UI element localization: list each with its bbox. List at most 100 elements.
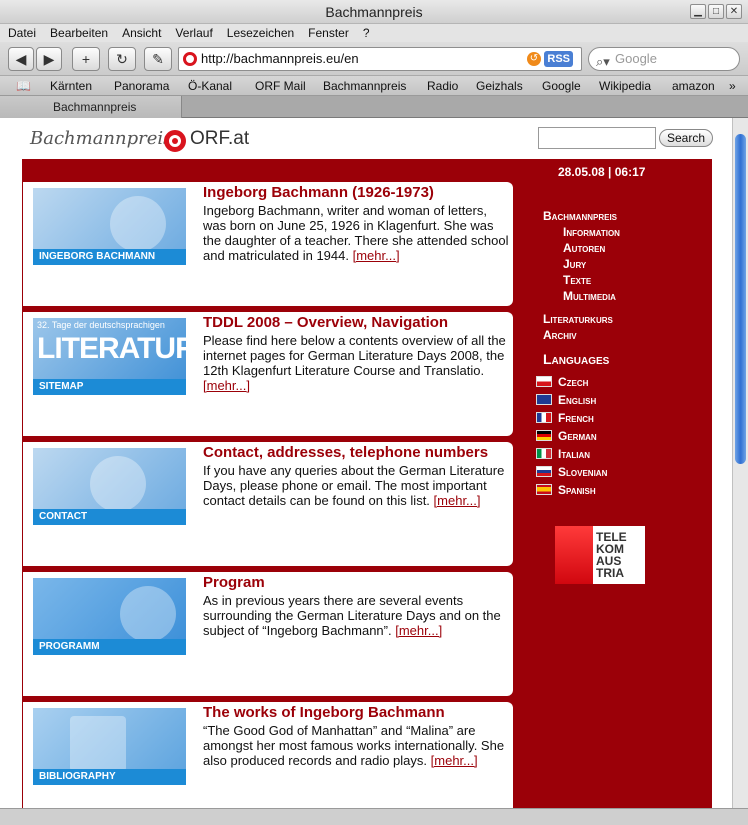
more-link[interactable]: [mehr...] xyxy=(203,378,250,393)
maximize-button[interactable]: □ xyxy=(708,4,724,19)
site-logo[interactable]: Bachmannpreis xyxy=(30,128,172,149)
menu-help[interactable]: ? xyxy=(363,24,370,42)
thumbnail-big-text: LITERATUR xyxy=(37,332,186,365)
tab-bar: Bachmannpreis xyxy=(0,96,748,118)
nav-archiv[interactable]: Archiv xyxy=(543,328,577,342)
site-search-input[interactable] xyxy=(538,127,656,149)
url-text: http://bachmannpreis.eu/en xyxy=(201,51,359,66)
lang-english[interactable]: English xyxy=(536,393,596,407)
orf-logo-icon[interactable] xyxy=(164,130,186,152)
books-image xyxy=(70,716,126,772)
nav-texte[interactable]: Texte xyxy=(563,273,591,287)
lang-label: Slovenian xyxy=(558,465,608,479)
bookmark-item[interactable]: Geizhals xyxy=(476,76,523,96)
more-link[interactable]: [mehr...] xyxy=(431,753,478,768)
menu-datei[interactable]: Datei xyxy=(8,24,36,42)
menu-verlauf[interactable]: Verlauf xyxy=(175,24,212,42)
more-link[interactable]: [mehr...] xyxy=(434,493,481,508)
nav-autoren[interactable]: Autoren xyxy=(563,241,605,255)
more-link[interactable]: [mehr...] xyxy=(353,248,400,263)
lang-label: German xyxy=(558,429,597,443)
bookmark-item[interactable]: Google xyxy=(542,76,581,96)
article-body: Please find here below a contents overvi… xyxy=(203,333,509,393)
lang-german[interactable]: German xyxy=(536,429,597,443)
article-title[interactable]: Ingeborg Bachmann (1926-1973) xyxy=(203,184,434,201)
thumbnail-caption: CONTACT xyxy=(33,509,186,525)
reload-button[interactable]: ↻ xyxy=(108,47,136,71)
contact-photo-image xyxy=(90,456,146,512)
google-search-field[interactable]: ⌕▾ Google xyxy=(588,47,740,71)
bookmark-item[interactable]: ORF Mail xyxy=(255,76,306,96)
nav-bachmannpreis[interactable]: Bachmannpreis xyxy=(543,209,617,223)
bookmark-item[interactable]: Radio xyxy=(427,76,458,96)
rss-button[interactable]: RSS xyxy=(544,51,573,67)
bookmark-item[interactable]: Wikipedia xyxy=(599,76,651,96)
article-title[interactable]: Contact, addresses, telephone numbers xyxy=(203,444,488,461)
add-bookmark-button[interactable]: + xyxy=(72,47,100,71)
date-time: 28.05.08 | 06:17 xyxy=(558,165,646,179)
lang-spanish[interactable]: Spanish xyxy=(536,483,596,497)
article-thumbnail[interactable]: 32. Tage der deutschsprachigen LITERATUR… xyxy=(33,318,186,395)
article-body: Ingeborg Bachmann, writer and woman of l… xyxy=(203,203,509,263)
more-link[interactable]: [mehr...] xyxy=(395,623,442,638)
lang-french[interactable]: French xyxy=(536,411,594,425)
menu-lesezeichen[interactable]: Lesezeichen xyxy=(227,24,294,42)
article-title[interactable]: Program xyxy=(203,574,265,591)
article-card: BIBLIOGRAPHY The works of Ingeborg Bachm… xyxy=(23,702,513,808)
article-text: As in previous years there are several e… xyxy=(203,593,501,638)
orf-link[interactable]: ORF.at xyxy=(190,128,249,150)
article-thumbnail[interactable]: CONTACT xyxy=(33,448,186,525)
portrait-image xyxy=(110,196,166,252)
telekom-austria-banner[interactable]: TELE KOM AUS TRIA xyxy=(555,526,645,584)
tab-bachmannpreis[interactable]: Bachmannpreis xyxy=(0,96,182,118)
menu-bearbeiten[interactable]: Bearbeiten xyxy=(50,24,108,42)
forward-button[interactable]: ▶ xyxy=(36,47,62,71)
article-thumbnail[interactable]: PROGRAMM xyxy=(33,578,186,655)
pencil-icon: ✎ xyxy=(152,51,164,67)
article-thumbnail[interactable]: BIBLIOGRAPHY xyxy=(33,708,186,785)
thumbnail-caption: PROGRAMM xyxy=(33,639,186,655)
bookmarks-overflow-icon[interactable]: » xyxy=(729,76,736,96)
menu-ansicht[interactable]: Ansicht xyxy=(122,24,161,42)
minimize-button[interactable]: ▁ xyxy=(690,4,706,19)
lang-label: Spanish xyxy=(558,483,596,497)
bookmark-item[interactable]: Kärnten xyxy=(50,76,92,96)
lang-czech[interactable]: Czech xyxy=(536,375,588,389)
orf-favicon-icon xyxy=(183,52,197,66)
plus-icon: + xyxy=(81,51,91,67)
menu-fenster[interactable]: Fenster xyxy=(308,24,349,42)
back-button[interactable]: ◀ xyxy=(8,47,34,71)
thumbnail-caption: SITEMAP xyxy=(33,379,186,395)
snapback-icon[interactable]: ↺ xyxy=(527,52,541,66)
back-arrow-icon: ◀ xyxy=(15,51,27,67)
bookmark-item[interactable]: amazon xyxy=(672,76,715,96)
bookmark-item[interactable]: Ö-Kanal xyxy=(188,76,232,96)
article-card: CONTACT Contact, addresses, telephone nu… xyxy=(23,442,513,566)
bookmarks-bar: 📖 Kärnten Panorama Ö-Kanal ORF Mail Bach… xyxy=(0,76,748,96)
reload-icon: ↻ xyxy=(116,51,128,67)
nav-multimedia[interactable]: Multimedia xyxy=(563,289,616,303)
site-search-button[interactable]: Search xyxy=(659,129,713,147)
slovenian-flag-icon xyxy=(536,466,552,477)
address-bar[interactable]: http://bachmannpreis.eu/en ↺ RSS xyxy=(178,47,582,71)
vertical-scrollbar[interactable] xyxy=(732,118,748,808)
bug-report-button[interactable]: ✎ xyxy=(144,47,172,71)
nav-literaturkurs[interactable]: Literaturkurs xyxy=(543,312,613,326)
bookmark-item[interactable]: Panorama xyxy=(114,76,169,96)
close-button[interactable]: ✕ xyxy=(726,4,742,19)
lang-label: French xyxy=(558,411,594,425)
article-thumbnail[interactable]: INGEBORG BACHMANN xyxy=(33,188,186,265)
article-title[interactable]: TDDL 2008 – Overview, Navigation xyxy=(203,314,448,331)
lang-slovenian[interactable]: Slovenian xyxy=(536,465,608,479)
program-photo-image xyxy=(120,586,176,642)
bookmark-item[interactable]: Bachmannpreis xyxy=(323,76,406,96)
toolbar: ◀ ▶ + ↻ ✎ http://bachmannpreis.eu/en ↺ R… xyxy=(0,42,748,76)
article-title[interactable]: The works of Ingeborg Bachmann xyxy=(203,704,445,721)
bookmarks-book-icon[interactable]: 📖 xyxy=(16,76,31,96)
scroll-arrows[interactable] xyxy=(733,780,748,808)
nav-information[interactable]: Information xyxy=(563,225,620,239)
lang-italian[interactable]: Italian xyxy=(536,447,590,461)
nav-jury[interactable]: Jury xyxy=(563,257,586,271)
scrollbar-thumb[interactable] xyxy=(735,134,746,464)
thumbnail-caption: BIBLIOGRAPHY xyxy=(33,769,186,785)
